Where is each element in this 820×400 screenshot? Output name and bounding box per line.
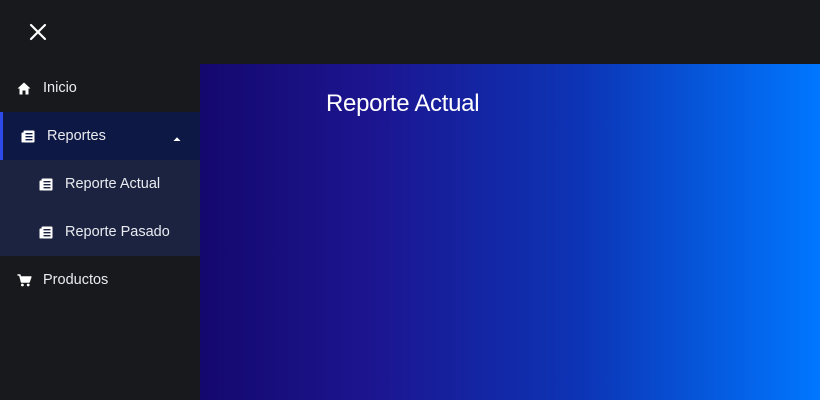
sidebar-item-reporte-actual[interactable]: Reporte Actual [0,160,200,208]
page-title: Reporte Actual [326,90,480,117]
sidebar-item-label: Reporte Actual [65,176,161,192]
home-icon [16,80,32,96]
sidebar-item-reporte-pasado[interactable]: Reporte Pasado [0,208,200,256]
close-button[interactable] [24,18,52,46]
sidebar-item-label: Inicio [43,80,77,96]
caret-up-icon [172,131,182,141]
close-icon [29,23,47,41]
sidebar-item-productos[interactable]: Productos [0,256,200,304]
top-bar [0,0,820,64]
sidebar-item-label: Reporte Pasado [65,224,170,240]
report-icon [20,128,36,144]
sidebar-item-label: Productos [43,272,109,288]
sidebar-item-label: Reportes [47,128,106,144]
report-icon [38,176,54,192]
cart-icon [16,272,32,288]
reportes-submenu: Reporte Actual Reporte Pasado [0,160,200,256]
sidebar-item-reportes[interactable]: Reportes [0,112,200,160]
sidebar: Inicio Reportes Reporte Actual Reporte P… [0,64,200,400]
report-icon [38,224,54,240]
sidebar-item-inicio[interactable]: Inicio [0,64,200,112]
main-content: Reporte Actual [200,64,820,400]
